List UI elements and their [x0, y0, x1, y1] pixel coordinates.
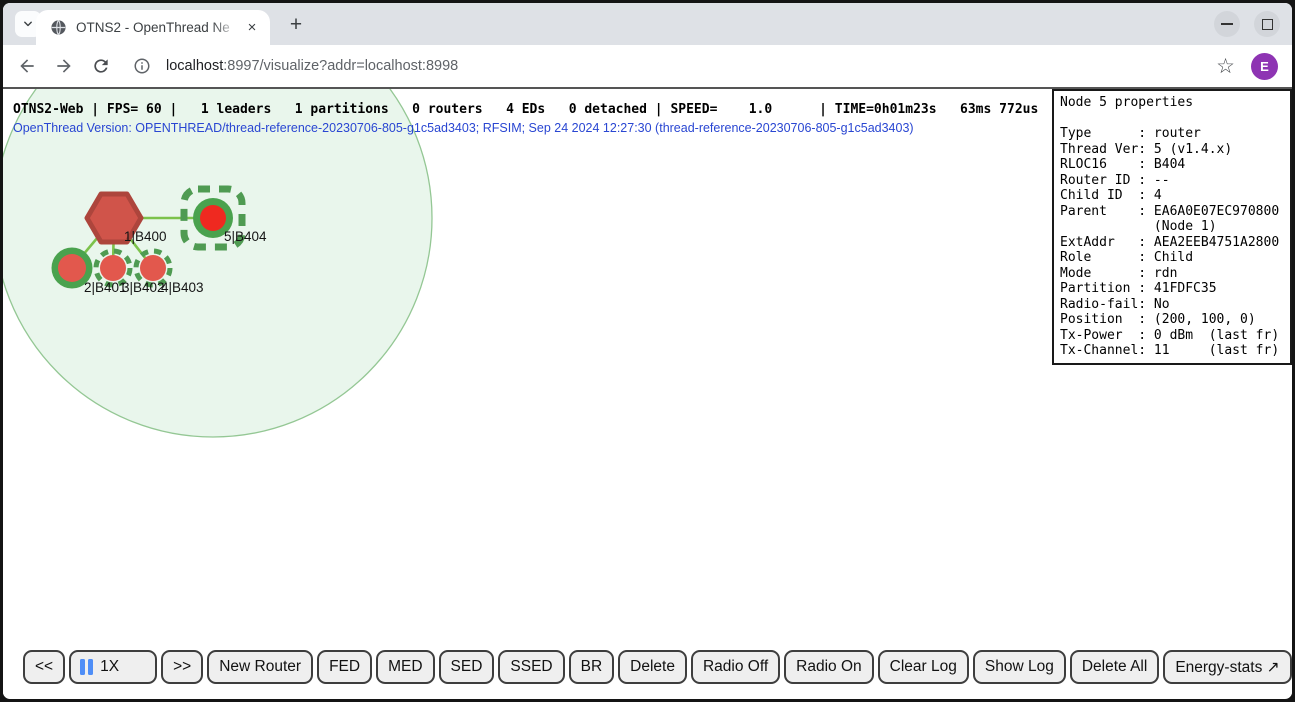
back-button[interactable] [15, 54, 39, 78]
speed-label: 1X [100, 658, 119, 676]
browser-window: OTNS2 - OpenThread Ne × + localhost:8997… [0, 0, 1295, 702]
delete-button[interactable]: Delete [618, 650, 687, 684]
reload-icon [91, 56, 111, 76]
tab-strip: OTNS2 - OpenThread Ne × + [3, 3, 1292, 45]
node4-label: 4|B403 [161, 280, 204, 295]
reload-button[interactable] [89, 54, 113, 78]
tab-title: OTNS2 - OpenThread Ne [76, 20, 242, 35]
clear-log-button[interactable]: Clear Log [878, 650, 969, 684]
info-icon [133, 57, 151, 75]
site-info-button[interactable] [130, 54, 154, 78]
node2-label: 2|B401 [84, 280, 127, 295]
otns-canvas-area: 1|B400 5|B404 2|B401 3|B402 4|B403 OTNS2… [3, 89, 1292, 696]
forward-button[interactable] [52, 54, 76, 78]
globe-favicon-icon [50, 19, 67, 36]
ssed-button[interactable]: SSED [498, 650, 564, 684]
show-log-button[interactable]: Show Log [973, 650, 1066, 684]
maximize-icon [1262, 19, 1273, 30]
delete-all-button[interactable]: Delete All [1070, 650, 1159, 684]
minimize-icon [1221, 23, 1233, 25]
pause-icon [80, 659, 93, 675]
tab-close-icon[interactable]: × [242, 18, 262, 38]
node-properties-panel: Node 5 properties Type : router Thread V… [1052, 89, 1292, 365]
radio-off-button[interactable]: Radio Off [691, 650, 780, 684]
openthread-version-line[interactable]: OpenThread Version: OPENTHREAD/thread-re… [13, 121, 914, 135]
node-properties-title: Node 5 properties [1060, 95, 1284, 111]
node5-label: 5|B404 [224, 229, 267, 244]
new-tab-button[interactable]: + [281, 10, 311, 40]
bookmark-star-icon[interactable]: ☆ [1216, 56, 1235, 77]
chevron-down-icon [21, 17, 35, 31]
energy-stats-button[interactable]: Energy-stats ↗ [1163, 650, 1291, 684]
url-path: :8997/visualize?addr=localhost:8998 [223, 58, 458, 74]
node3-label: 3|B402 [122, 280, 165, 295]
new-router-button[interactable]: New Router [207, 650, 313, 684]
url-host: localhost [166, 58, 223, 74]
radio-on-button[interactable]: Radio On [784, 650, 873, 684]
control-toolbar: << 1X >> New Router FED MED SED SSED BR … [23, 650, 1292, 684]
med-button[interactable]: MED [376, 650, 434, 684]
node1-label: 1|B400 [124, 229, 167, 244]
br-button[interactable]: BR [569, 650, 615, 684]
url-field[interactable]: localhost:8997/visualize?addr=localhost:… [166, 58, 458, 74]
browser-tab[interactable]: OTNS2 - OpenThread Ne × [36, 10, 270, 45]
speed-up-button[interactable]: >> [161, 650, 203, 684]
address-toolbar: localhost:8997/visualize?addr=localhost:… [3, 45, 1292, 87]
back-arrow-icon [17, 56, 37, 76]
network-canvas[interactable]: 1|B400 5|B404 2|B401 3|B402 4|B403 [3, 89, 1052, 649]
fed-button[interactable]: FED [317, 650, 372, 684]
forward-arrow-icon [54, 56, 74, 76]
node-properties-body: Type : router Thread Ver: 5 (v1.4.x) RLO… [1060, 111, 1284, 359]
window-minimize-button[interactable] [1214, 11, 1240, 37]
pause-speed-button[interactable]: 1X [69, 650, 157, 684]
status-bar: OTNS2-Web | FPS= 60 | 1 leaders 1 partit… [13, 102, 1038, 117]
window-maximize-button[interactable] [1254, 11, 1280, 37]
profile-avatar[interactable]: E [1251, 53, 1278, 80]
sed-button[interactable]: SED [439, 650, 495, 684]
speed-down-button[interactable]: << [23, 650, 65, 684]
